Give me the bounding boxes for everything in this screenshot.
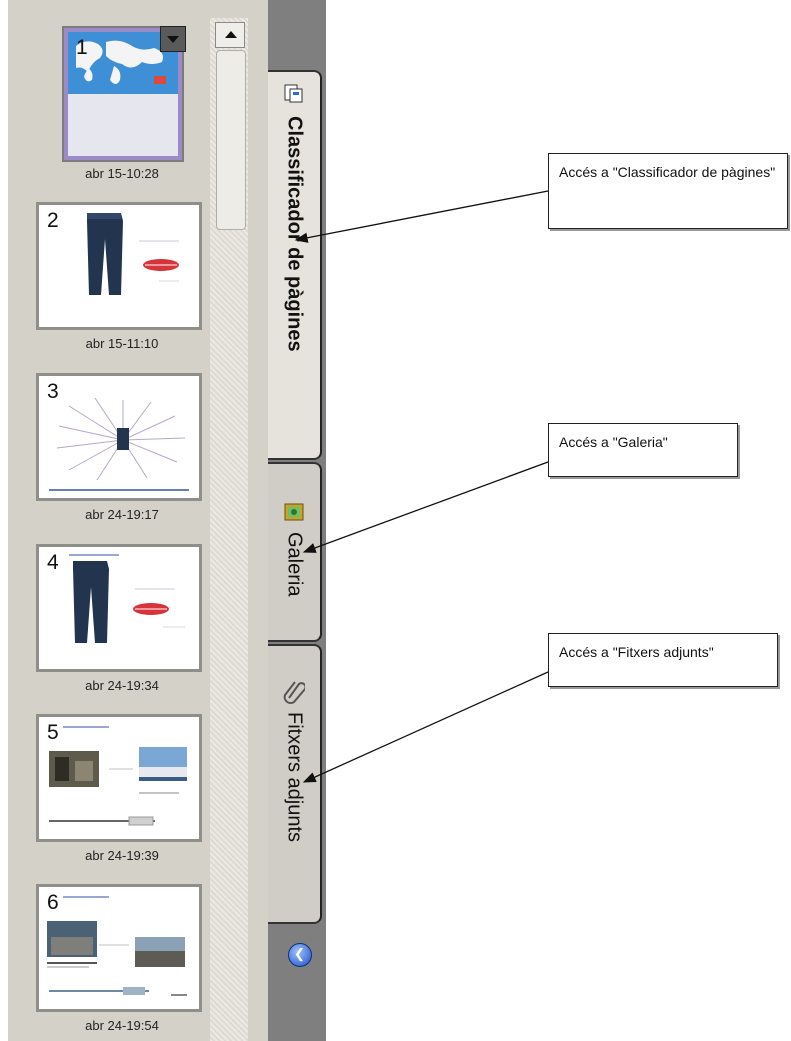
arrow-to-page-sorter	[294, 190, 549, 243]
annotation-arrows	[294, 190, 549, 783]
arrow-to-gallery	[302, 461, 549, 553]
arrow-to-attachments	[302, 671, 549, 783]
